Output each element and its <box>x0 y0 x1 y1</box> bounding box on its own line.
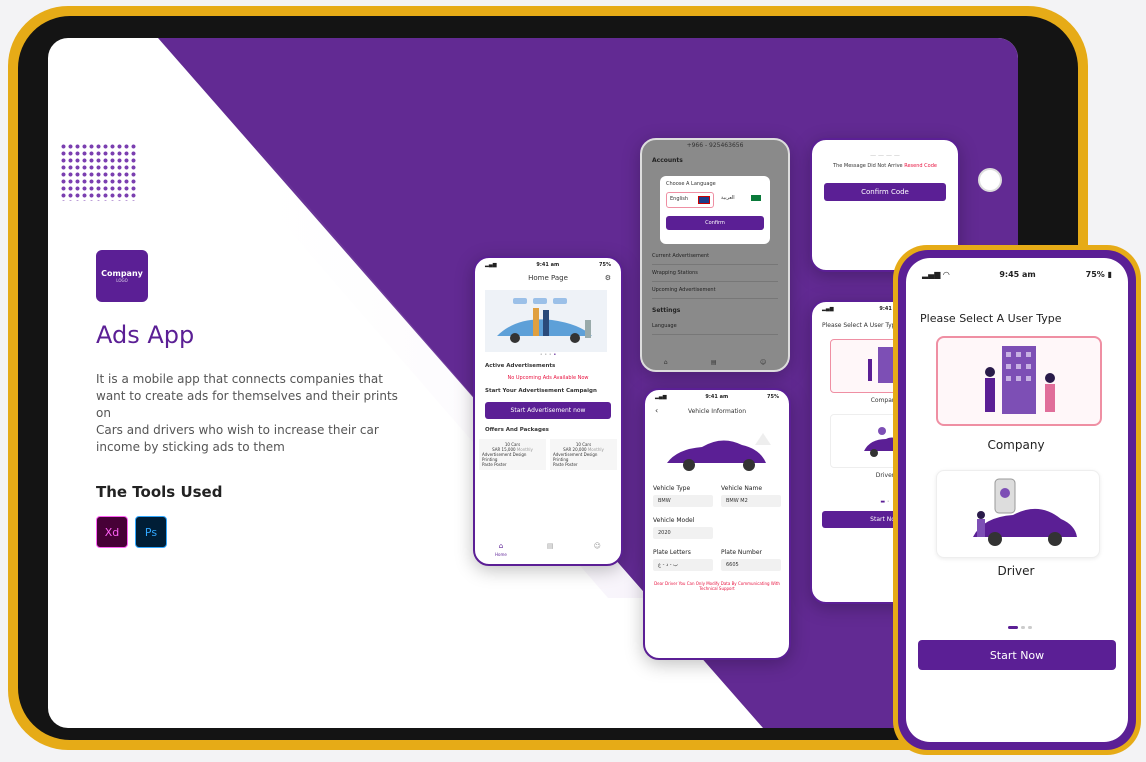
signal-icon: ▂▄▆ <box>822 306 834 312</box>
home-nav-item[interactable]: ⌂ Home <box>495 542 507 558</box>
plate-letters-field[interactable]: ب - د - ع <box>653 559 713 571</box>
otp-message: The Message Did Not Arrive <box>833 163 903 169</box>
arabic-option[interactable]: العربية <box>718 192 764 208</box>
home-page-title: Home Page <box>528 274 568 282</box>
company-option-card[interactable] <box>936 336 1102 426</box>
user-type-title: Please Select A User Type <box>920 312 1062 325</box>
vehicle-model-label: Vehicle Model <box>653 517 695 524</box>
resend-code-link[interactable]: Resend Code <box>904 163 937 169</box>
package-card[interactable]: 10 Cars SAR 20,000 Monthly Advertisement… <box>550 439 617 470</box>
settings-gear-icon[interactable]: ⚙ <box>605 274 611 282</box>
start-advertisement-button[interactable]: Start Advertisement now <box>485 402 611 419</box>
ads-nav-icon[interactable]: ▤ <box>711 359 717 366</box>
company-logo: Company LOGO <box>96 250 148 302</box>
settings-phone: +966 - 925463656 Accounts Choose A Langu… <box>640 138 790 372</box>
support-note: Dear Driver You Can Only Modify Data By … <box>654 581 780 591</box>
accounts-section: Accounts <box>652 157 683 164</box>
start-now-button[interactable]: Start Now <box>918 640 1116 670</box>
app-description: It is a mobile app that connects compani… <box>96 372 398 454</box>
dialog-title: Choose A Language <box>666 181 716 187</box>
signal-icon: ▂▄▆ <box>485 262 497 268</box>
signal-icon: ▂▄▆ <box>655 394 667 400</box>
vehicle-name-label: Vehicle Name <box>721 485 763 492</box>
otp-dashes: — — — — <box>870 152 900 159</box>
company-label: Company <box>987 438 1045 452</box>
battery-indicator: 75% ▮ <box>1085 270 1112 279</box>
active-ads-heading: Active Advertisements <box>485 363 556 369</box>
plate-letters-label: Plate Letters <box>653 549 691 556</box>
vehicle-type-label: Vehicle Type <box>653 485 691 492</box>
carousel-dots: • • • • <box>539 352 557 358</box>
adobe-xd-icon: Xd <box>96 516 128 548</box>
decorative-dot-grid <box>60 143 136 201</box>
dialog-confirm-button[interactable]: Confirm <box>666 216 764 230</box>
vehicle-info-title: Vehicle Information <box>687 408 747 415</box>
status-bar: ▂▄▆ ◠ 9:45 am 75% ▮ <box>922 270 1112 279</box>
language-dialog: Choose A Language English العربية Confir… <box>660 176 770 244</box>
wrapping-stations-item[interactable]: Wrapping Stations <box>652 265 778 282</box>
company-building-illustration <box>985 346 1055 414</box>
vehicle-name-field[interactable]: BMW M2 <box>721 495 781 507</box>
uk-flag-icon <box>698 196 710 204</box>
user-type-phone-large: ▂▄▆ ◠ 9:45 am 75% ▮ Please Select A User… <box>893 245 1141 755</box>
offers-heading: Offers And Packages <box>485 427 549 433</box>
start-campaign-heading: Start Your Advertisement Campaign <box>485 388 597 394</box>
vehicle-type-field[interactable]: BMW <box>653 495 713 507</box>
confirm-code-button[interactable]: Confirm Code <box>824 183 946 201</box>
tools-title: The Tools Used <box>96 483 223 501</box>
vehicle-info-phone: ▂▄▆ 9:41 am 75% ‹ Vehicle Information Vehi… <box>643 388 791 660</box>
package-card[interactable]: 10 Cars SAR 15,000 Monthly Advertisement… <box>479 439 546 470</box>
phone-frame: ▂▄▆ ◠ 9:45 am 75% ▮ Please Select A User… <box>898 250 1136 750</box>
plate-number-label: Plate Number <box>721 549 763 556</box>
english-option[interactable]: English <box>666 192 714 208</box>
home-hero-illustration <box>485 290 607 352</box>
phone-screen: ▂▄▆ ◠ 9:45 am 75% ▮ Please Select A User… <box>906 258 1128 742</box>
settings-section: Settings <box>652 307 681 314</box>
tablet-camera <box>978 168 1002 192</box>
driver-car-illustration <box>973 478 1077 546</box>
back-arrow-icon[interactable]: ‹ <box>655 406 658 415</box>
home-nav-icon[interactable]: ⌂ <box>664 359 668 366</box>
no-ads-message: No Upcoming Ads Available Now <box>507 375 589 381</box>
driver-option-card[interactable] <box>936 470 1100 558</box>
phone-number: +966 - 925463656 <box>686 142 744 149</box>
language-item[interactable]: Language <box>652 318 778 335</box>
status-bar: ▂▄▆ 9:41 am 75% <box>485 262 611 268</box>
plate-number-field[interactable]: 6605 <box>721 559 781 571</box>
app-title: Ads App <box>96 321 195 349</box>
pager-dots <box>1008 626 1032 629</box>
profile-nav-icon[interactable]: ☺ <box>594 542 601 558</box>
status-bar: ▂▄▆ 9:41 am 75% <box>655 394 779 400</box>
home-phone: ▂▄▆ 9:41 am 75% Home Page ⚙ • • • • Active… <box>473 256 623 566</box>
current-ad-item[interactable]: Current Advertisement <box>652 248 778 265</box>
driver-label: Driver <box>997 564 1035 578</box>
tablet-screen: Company LOGO Ads App It is a mobile app … <box>48 38 1018 728</box>
vehicle-model-field[interactable]: 2020 <box>653 527 713 539</box>
ads-nav-icon[interactable]: ▤ <box>547 542 554 558</box>
profile-nav-icon[interactable]: ☺ <box>760 359 766 366</box>
saudi-flag-icon <box>751 195 761 201</box>
upcoming-ad-item[interactable]: Upcoming Advertisement <box>652 282 778 299</box>
photoshop-icon: Ps <box>135 516 167 548</box>
car-illustration <box>667 433 771 471</box>
signal-wifi-icon: ▂▄▆ ◠ <box>922 270 950 279</box>
